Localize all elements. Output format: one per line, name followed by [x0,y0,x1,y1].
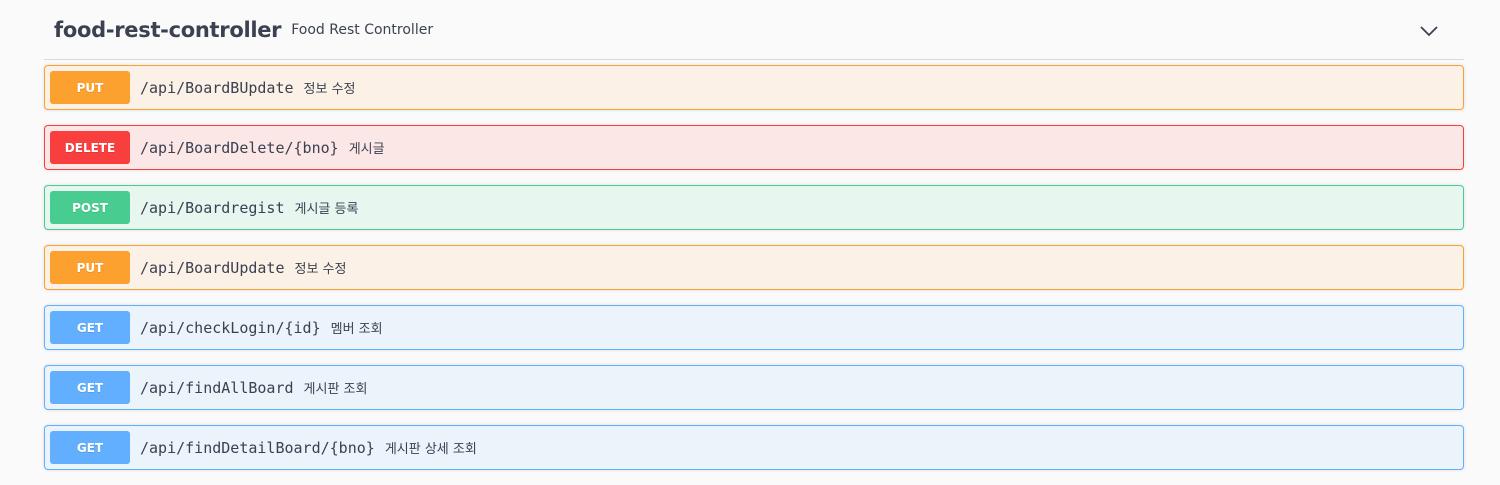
operation-summary: 정보 수정 [303,82,356,97]
method-badge: GET [50,371,130,404]
operation-row[interactable]: GET /api/checkLogin/{id} 멤버 조회 [44,305,1464,350]
operation-summary: 멤버 조회 [330,322,383,337]
tag-header[interactable]: food-rest-controller Food Rest Controlle… [44,0,1464,60]
operation-path[interactable]: /api/BoardBUpdate [140,79,294,97]
method-badge: GET [50,311,130,344]
operation-path[interactable]: /api/BoardUpdate [140,259,285,277]
tag-section: food-rest-controller Food Rest Controlle… [44,0,1464,485]
method-badge: POST [50,191,130,224]
operation-row[interactable]: DELETE /api/BoardDelete/{bno} 게시글 [44,125,1464,170]
operation-summary: 게시판 조회 [303,382,368,397]
operation-summary: 게시판 상세 조회 [384,442,477,457]
operation-summary: 게시글 [348,142,385,157]
operation-row[interactable]: PUT /api/BoardBUpdate 정보 수정 [44,65,1464,110]
operation-row[interactable]: PUT /api/BoardUpdate 정보 수정 [44,245,1464,290]
operation-path[interactable]: /api/Boardregist [140,199,285,217]
chevron-down-icon [1420,26,1438,37]
operation-path[interactable]: /api/BoardDelete/{bno} [140,139,339,157]
operation-path[interactable]: /api/findAllBoard [140,379,294,397]
method-badge: PUT [50,251,130,284]
operation-row[interactable]: GET /api/findDetailBoard/{bno} 게시판 상세 조회 [44,425,1464,470]
method-badge: PUT [50,71,130,104]
operation-summary: 게시글 등록 [294,202,359,217]
operation-path[interactable]: /api/findDetailBoard/{bno} [140,439,375,457]
operation-row[interactable]: POST /api/Boardregist 게시글 등록 [44,185,1464,230]
operation-path[interactable]: /api/checkLogin/{id} [140,319,321,337]
method-badge: DELETE [50,131,130,164]
operations-list: PUT /api/BoardBUpdate 정보 수정 DELETE /api/… [44,65,1464,470]
collapse-button[interactable] [1418,20,1440,42]
tag-title[interactable]: food-rest-controller [54,18,282,42]
method-badge: GET [50,431,130,464]
operation-summary: 정보 수정 [294,262,347,277]
tag-description: Food Rest Controller [291,21,434,38]
operation-row[interactable]: GET /api/findAllBoard 게시판 조회 [44,365,1464,410]
